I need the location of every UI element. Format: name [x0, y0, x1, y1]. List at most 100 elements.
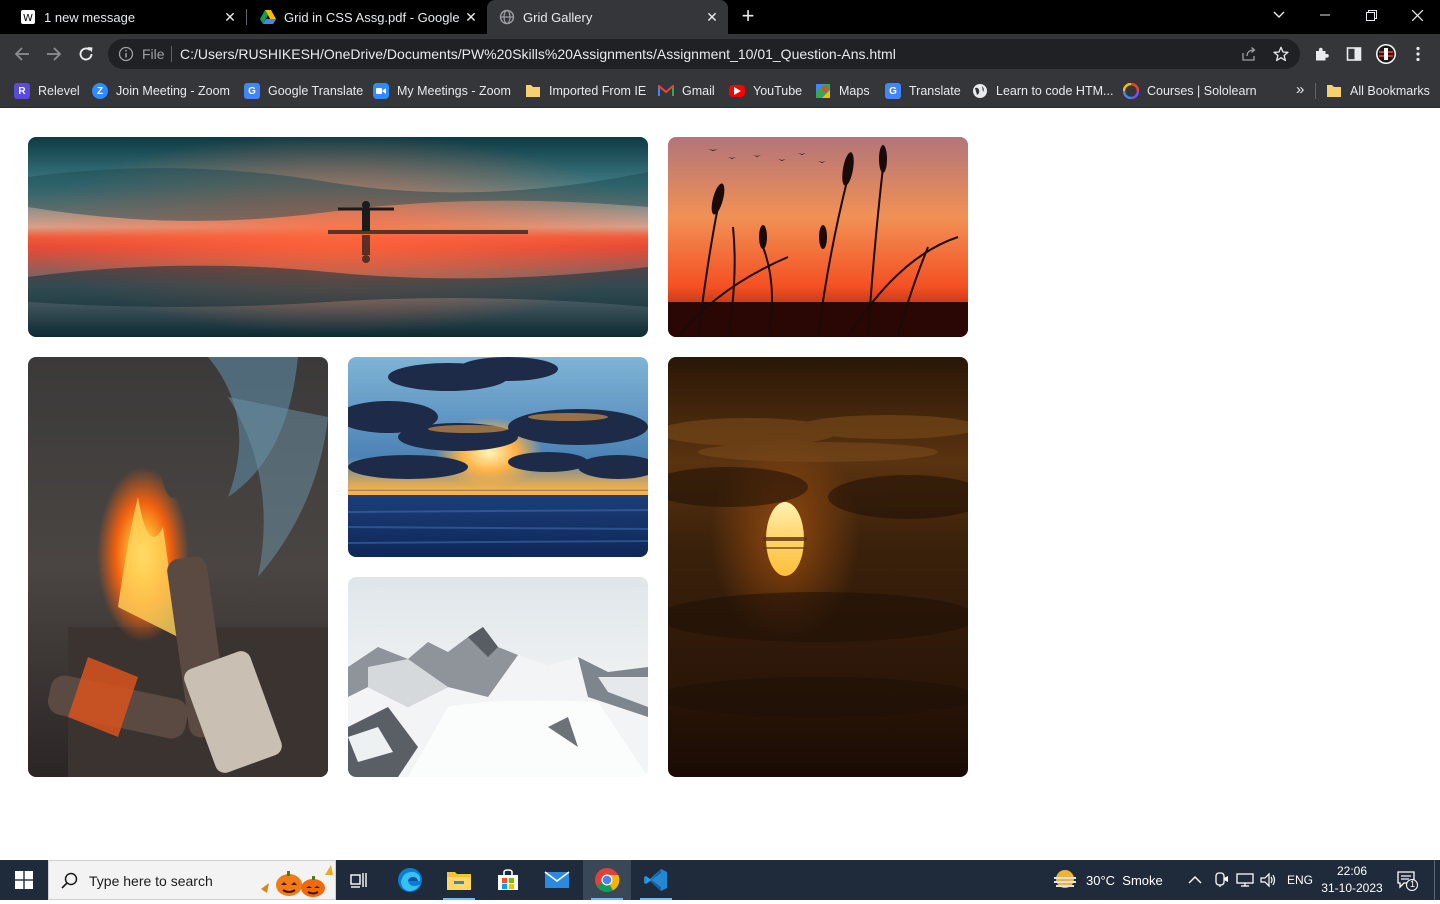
bookmark-label: Gmail — [682, 84, 715, 98]
google-drive-icon — [260, 9, 276, 25]
volume-icon[interactable] — [1260, 860, 1278, 900]
gallery-image-ocean-sunset — [348, 357, 648, 557]
windows-start-button[interactable] — [0, 860, 48, 900]
bookmark-learn-to-code[interactable]: Learn to code HTM... — [972, 82, 1113, 100]
bookmark-relevel[interactable]: R Relevel — [14, 82, 80, 100]
mail-icon[interactable] — [533, 860, 581, 900]
weather-widget[interactable]: 30°C Smoke — [1052, 860, 1163, 900]
bookmark-my-meetings-zoom[interactable]: My Meetings - Zoom — [373, 82, 511, 100]
reload-button[interactable] — [74, 42, 98, 66]
maps-icon — [815, 83, 831, 99]
bookmark-label: YouTube — [753, 84, 803, 98]
bookmark-sololearn[interactable]: Courses | Sololearn — [1123, 82, 1257, 100]
tab-title: Grid Gallery — [523, 9, 593, 25]
bookmark-label: Courses | Sololearn — [1147, 84, 1257, 98]
edge-browser-icon[interactable] — [386, 860, 434, 900]
restore-button[interactable] — [1348, 0, 1394, 30]
more-bookmarks-button[interactable]: » — [1296, 80, 1304, 98]
weather-text: 30°C Smoke — [1086, 872, 1163, 888]
halloween-pumpkins-icon — [259, 863, 335, 904]
more-menu-icon[interactable] — [1407, 43, 1429, 65]
translate-icon: G — [885, 83, 901, 99]
file-explorer-icon[interactable] — [435, 860, 483, 900]
taskbar-search-box[interactable]: Type here to search — [48, 860, 336, 900]
tab-grid-gallery[interactable]: Grid Gallery ✕ — [487, 0, 728, 34]
gallery-image-reeds-sunset — [668, 137, 968, 337]
system-clock[interactable]: 22:06 31-10-2023 — [1316, 863, 1388, 897]
bookmark-label: Maps — [839, 84, 870, 98]
relevel-icon: R — [14, 83, 30, 99]
bookmark-join-meeting-zoom[interactable]: Z Join Meeting - Zoom — [92, 82, 230, 100]
gmail-icon — [658, 83, 674, 99]
weather-haze-icon — [1054, 870, 1076, 888]
notifications-button[interactable]: 1 — [1396, 860, 1418, 900]
clock-date: 31-10-2023 — [1321, 881, 1383, 895]
bookmark-label: Relevel — [38, 84, 80, 98]
globe-icon — [972, 83, 988, 99]
forward-button[interactable] — [42, 42, 66, 66]
zoom-video-icon — [373, 83, 389, 99]
tab-strip: W 1 new message ✕ Grid in CSS Assg.pdf -… — [0, 0, 1440, 34]
extensions-puzzle-icon[interactable] — [1311, 43, 1333, 65]
bookmark-label: My Meetings - Zoom — [397, 84, 511, 98]
back-button[interactable] — [10, 42, 34, 66]
divider — [1315, 83, 1316, 99]
tab-search-chevron-icon[interactable] — [1256, 0, 1302, 30]
minimize-button[interactable] — [1302, 0, 1348, 30]
task-view-button[interactable] — [336, 860, 384, 900]
gallery-image-snowy-mountains — [348, 577, 648, 777]
windows-taskbar: Type here to search 30°C Smoke ENG 22:06… — [0, 860, 1440, 900]
bookmark-label: All Bookmarks — [1350, 84, 1430, 98]
close-icon[interactable]: ✕ — [222, 9, 238, 25]
share-icon[interactable] — [1240, 45, 1258, 63]
close-window-button[interactable] — [1394, 0, 1440, 30]
bookmark-translate[interactable]: G Translate — [885, 82, 961, 100]
bookmark-label: Imported From IE — [549, 84, 647, 98]
url-text[interactable]: C:/Users/RUSHIKESH/OneDrive/Documents/PW… — [180, 46, 896, 62]
chrome-browser-icon[interactable] — [583, 860, 631, 900]
tab-messages[interactable]: W 1 new message ✕ — [0, 0, 246, 34]
svg-text:W: W — [23, 13, 33, 24]
tab-title: 1 new message — [44, 9, 136, 25]
bookmark-label: Learn to code HTM... — [996, 84, 1114, 98]
search-icon — [61, 872, 79, 895]
bookmark-gmail[interactable]: Gmail — [658, 82, 715, 100]
image-gallery-grid — [28, 137, 968, 777]
vscode-icon[interactable] — [632, 860, 680, 900]
close-icon[interactable]: ✕ — [704, 9, 720, 25]
browser-toolbar: File C:/Users/RUSHIKESH/OneDrive/Documen… — [0, 34, 1440, 74]
microsoft-store-icon[interactable] — [484, 860, 532, 900]
bookmark-star-icon[interactable] — [1272, 45, 1290, 63]
address-bar[interactable]: File C:/Users/RUSHIKESH/OneDrive/Documen… — [108, 39, 1300, 69]
gallery-image-campfire — [28, 357, 328, 777]
all-bookmarks-folder[interactable]: All Bookmarks — [1326, 82, 1430, 100]
youtube-icon — [729, 85, 745, 97]
side-panel-icon[interactable] — [1343, 43, 1365, 65]
bookmark-folder-imported-from-ie[interactable]: Imported From IE — [525, 82, 646, 100]
meet-now-icon[interactable] — [1213, 860, 1229, 900]
input-language-indicator[interactable]: ENG — [1287, 860, 1313, 900]
sololearn-icon — [1123, 83, 1139, 99]
folder-icon — [1326, 83, 1342, 99]
message-app-icon: W — [20, 9, 36, 25]
show-desktop-button[interactable] — [1434, 860, 1440, 900]
network-icon[interactable] — [1236, 860, 1254, 900]
close-icon[interactable]: ✕ — [463, 9, 479, 25]
new-tab-button[interactable]: + — [736, 5, 760, 29]
zoom-icon: Z — [92, 83, 108, 99]
site-info-icon[interactable] — [118, 46, 134, 67]
bookmarks-bar: R Relevel Z Join Meeting - Zoom G Google… — [0, 74, 1440, 108]
folder-icon — [525, 83, 541, 99]
divider — [171, 46, 172, 62]
bookmark-label: Join Meeting - Zoom — [116, 84, 230, 98]
bookmark-label: Google Translate — [268, 84, 364, 98]
profile-avatar-icon[interactable] — [1375, 43, 1397, 65]
bookmark-maps[interactable]: Maps — [815, 82, 870, 100]
show-hidden-icons-button[interactable] — [1188, 860, 1202, 900]
clock-time: 22:06 — [1336, 864, 1368, 878]
gallery-image-sunset-reflection — [28, 137, 648, 337]
tab-google-drive[interactable]: Grid in CSS Assg.pdf - Google D ✕ — [246, 0, 487, 34]
url-scheme-label: File — [142, 46, 165, 62]
bookmark-google-translate[interactable]: G Google Translate — [244, 82, 363, 100]
bookmark-youtube[interactable]: YouTube — [729, 82, 802, 100]
